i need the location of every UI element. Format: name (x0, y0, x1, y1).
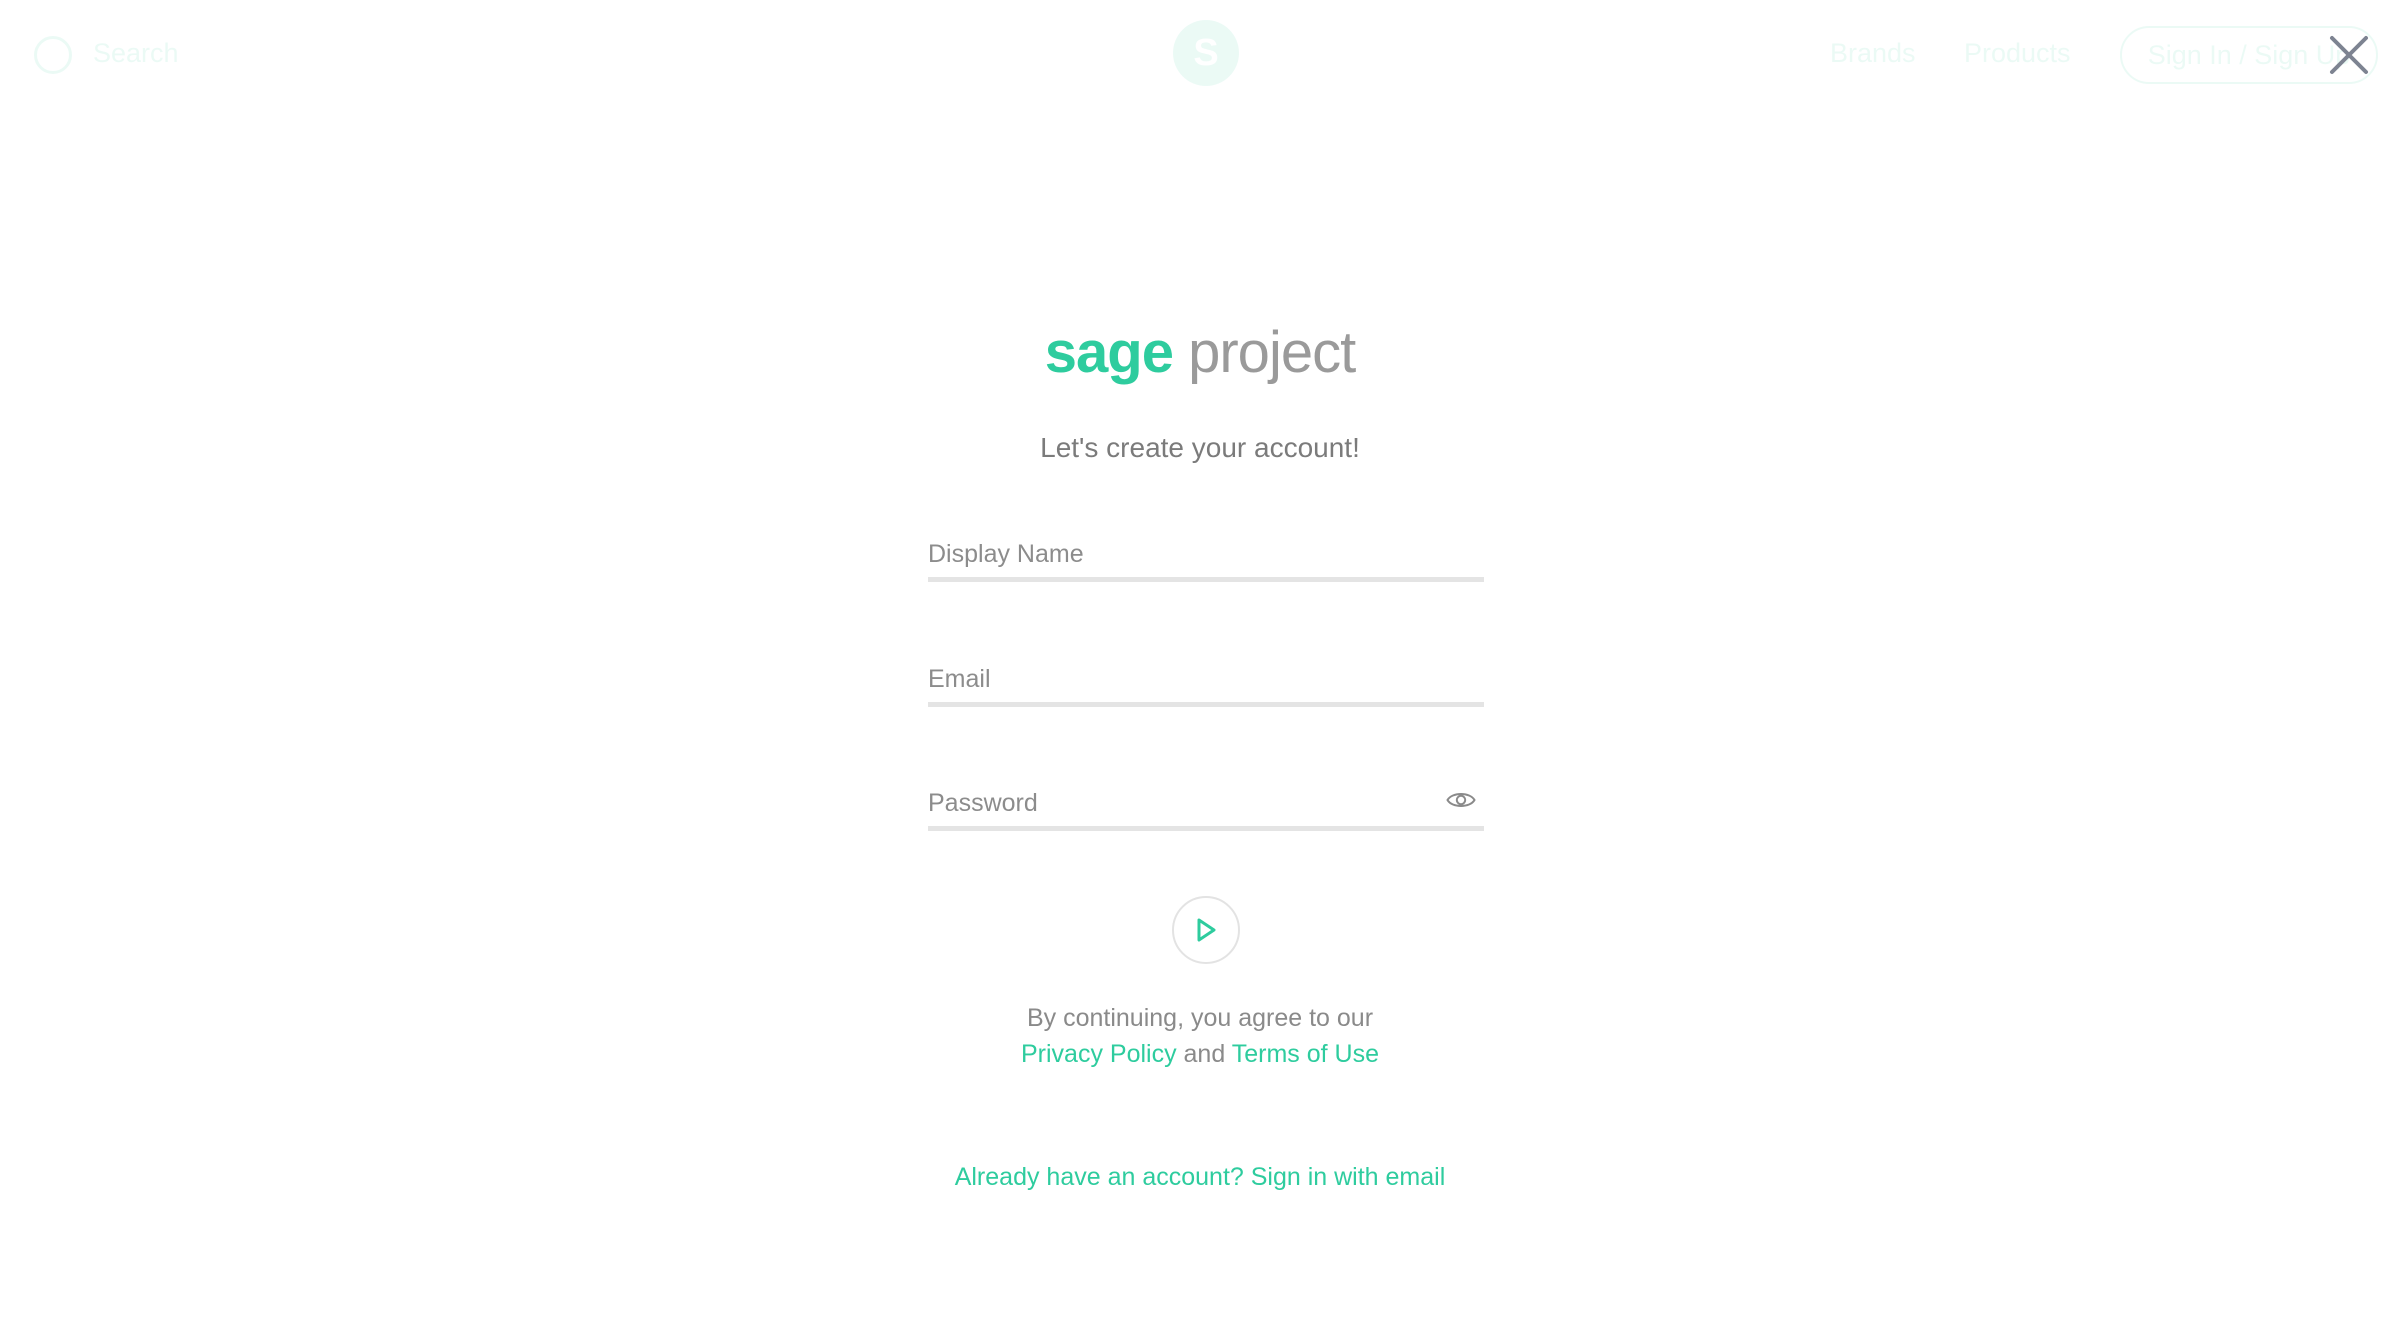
play-arrow-icon (1197, 918, 1216, 942)
brand-logo-sage: sage (1044, 320, 1174, 385)
display-name-field (928, 532, 1484, 582)
signin-with-email-wrapper: Already have an account? Sign in with em… (0, 1163, 2400, 1192)
brand-logo-project: project (1188, 320, 1356, 385)
close-icon[interactable] (2326, 32, 2372, 78)
signup-subtitle: Let's create your account! (1040, 432, 1360, 463)
submit-button[interactable] (1172, 896, 1240, 964)
eye-icon[interactable] (1446, 789, 1476, 811)
email-input[interactable] (928, 657, 1484, 701)
signup-modal: sage project Let's create your account! … (0, 0, 2400, 1332)
terms-of-use-link[interactable]: Terms of Use (1232, 1040, 1379, 1068)
terms-and: and (1183, 1040, 1226, 1068)
terms-prefix: By continuing, you agree to our (1026, 1004, 1374, 1032)
brand-logo: sage project (0, 318, 2400, 388)
display-name-input[interactable] (928, 532, 1484, 576)
email-field (928, 657, 1484, 707)
password-input[interactable] (928, 781, 1484, 825)
privacy-policy-link[interactable]: Privacy Policy (1021, 1040, 1177, 1068)
signin-with-email-link[interactable]: Already have an account? Sign in with em… (955, 1163, 1446, 1191)
terms-notice: By continuing, you agree to our Privacy … (0, 1000, 2400, 1072)
password-field (928, 781, 1484, 831)
